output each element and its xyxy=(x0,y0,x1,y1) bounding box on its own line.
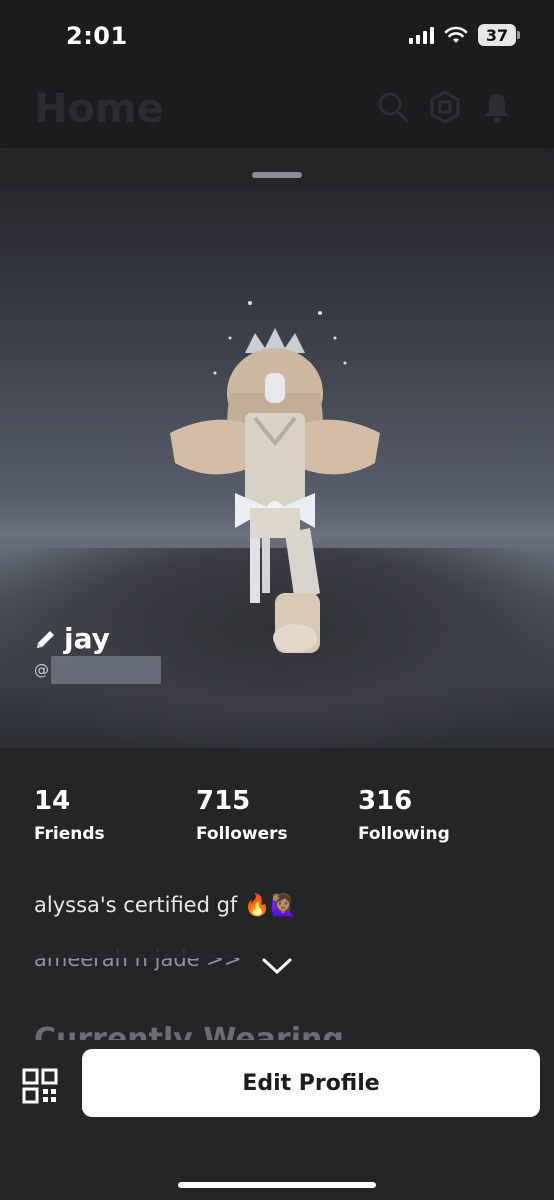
home-header: Home xyxy=(0,80,554,148)
sheet-grabber[interactable] xyxy=(252,172,302,178)
edit-profile-button[interactable]: Edit Profile xyxy=(82,1049,540,1117)
status-bar: 2:01 37 xyxy=(0,0,554,80)
stat-value: 316 xyxy=(358,786,413,816)
avatar-image xyxy=(170,301,380,653)
stat-label: Followers xyxy=(196,824,288,844)
chevron-down-icon[interactable] xyxy=(261,956,293,976)
stat-label: Friends xyxy=(34,824,105,844)
profile-stats: 14 Friends 715 Followers 316 Following xyxy=(34,786,520,844)
pencil-icon[interactable] xyxy=(34,627,58,651)
stat-label: Following xyxy=(358,824,450,844)
display-name-row[interactable]: jay xyxy=(34,622,110,655)
bio-fade xyxy=(0,918,554,958)
wifi-icon xyxy=(444,26,468,43)
stat-friends[interactable]: 14 Friends xyxy=(34,786,196,844)
status-icons: 37 xyxy=(409,24,520,46)
username-row: @ xyxy=(34,656,161,684)
battery-level: 37 xyxy=(485,25,509,45)
bell-icon[interactable] xyxy=(480,90,514,124)
qr-code-icon[interactable] xyxy=(22,1068,58,1104)
robux-icon[interactable] xyxy=(428,90,462,124)
battery-icon: 37 xyxy=(478,24,520,46)
stat-value: 715 xyxy=(196,786,251,816)
home-indicator[interactable] xyxy=(178,1182,376,1188)
bottom-action-bar: Edit Profile xyxy=(0,1040,554,1200)
cellular-signal-icon xyxy=(409,26,434,44)
stat-following[interactable]: 316 Following xyxy=(358,786,520,844)
stat-followers[interactable]: 715 Followers xyxy=(196,786,358,844)
stat-value: 14 xyxy=(34,786,71,816)
header-actions xyxy=(376,90,514,124)
status-time: 2:01 xyxy=(66,22,128,50)
display-name: jay xyxy=(64,622,110,655)
username-redacted xyxy=(51,656,161,684)
search-icon[interactable] xyxy=(376,90,410,124)
username-prefix: @ xyxy=(34,661,49,679)
page-title: Home xyxy=(34,86,164,132)
